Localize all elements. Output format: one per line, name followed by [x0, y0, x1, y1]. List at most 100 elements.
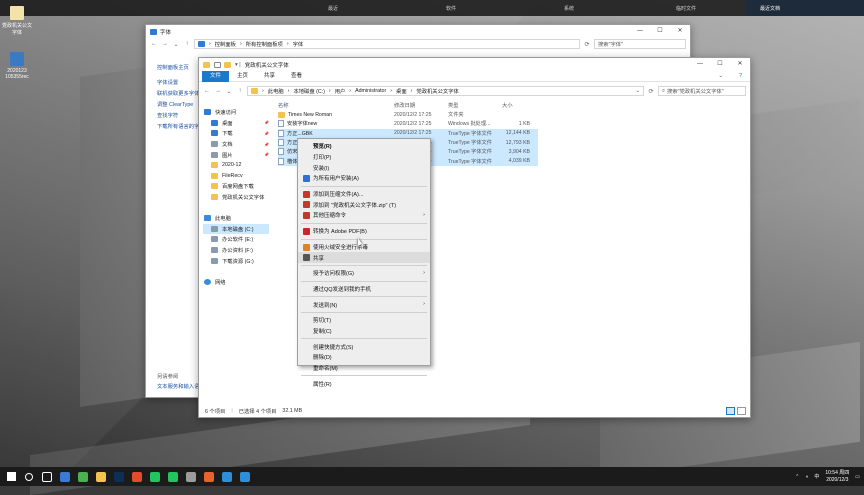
menu-item[interactable]: 发送到(N) ›: [298, 299, 430, 310]
column-type[interactable]: 类型: [448, 101, 502, 109]
back-button[interactable]: ←: [203, 88, 211, 94]
file-row[interactable]: 方正...GBK 2020/12/2 17:25 TrueType 字体文件 12,1…: [278, 128, 538, 138]
nav-item[interactable]: 办公资料 (F:): [203, 245, 269, 256]
menu-item[interactable]: 属性(R): [298, 378, 430, 389]
fonts-search-input[interactable]: 搜索"字体": [594, 39, 686, 49]
sidebar-link-font-settings[interactable]: 字体设置: [157, 78, 199, 89]
tray-chevron-icon[interactable]: ⌃: [795, 474, 799, 480]
file-row[interactable]: Times New Roman 2020/12/2 17:25 文件夹: [278, 110, 538, 119]
maximize-button[interactable]: ☐: [650, 25, 670, 37]
explorer-search-input[interactable]: ⌕ 搜索"党政机关公文字体": [658, 86, 746, 96]
forward-button[interactable]: →: [214, 88, 222, 94]
topbar-item-software[interactable]: 软件: [446, 5, 456, 12]
breadcrumb-users[interactable]: 用户: [335, 87, 346, 95]
breadcrumb-all-items[interactable]: 所有控制面板项: [246, 40, 283, 48]
breadcrumb-desktop[interactable]: 桌面: [396, 87, 407, 95]
menu-item[interactable]: 安装(I): [298, 162, 430, 173]
menu-item[interactable]: 为所有用户安装(A): [298, 173, 430, 184]
breadcrumb-drive-c[interactable]: 本地磁盘 (C:): [293, 87, 324, 95]
input-method-icon[interactable]: 中: [814, 473, 819, 480]
taskbar-button[interactable]: [2, 467, 20, 486]
refresh-icon[interactable]: ⟳: [583, 41, 591, 48]
tab-share[interactable]: 共享: [256, 71, 283, 82]
explorer-window[interactable]: ▾ | 党政机关公文字体 — ☐ ✕ 文件 主页 共享 查看 ⌄ ? ← → ⌄…: [198, 57, 751, 418]
minimize-button[interactable]: —: [630, 25, 650, 37]
nav-item[interactable]: 文档 📌: [203, 139, 269, 150]
topbar-item-system[interactable]: 系统: [564, 5, 574, 12]
back-button[interactable]: ←: [150, 41, 158, 47]
details-view-icon[interactable]: [726, 407, 735, 415]
taskbar-button[interactable]: [38, 467, 56, 486]
column-name[interactable]: 名称: [278, 101, 394, 109]
menu-item[interactable]: 共享: [298, 252, 430, 263]
column-size[interactable]: 大小: [502, 101, 530, 109]
column-date[interactable]: 修改日期: [394, 101, 448, 109]
tab-home[interactable]: 主页: [229, 71, 256, 82]
breadcrumb-control-panel[interactable]: 控制面板: [215, 40, 236, 48]
sidebar-link-home[interactable]: 控制面板主页: [157, 63, 199, 74]
breadcrumb-administrator[interactable]: Administrator: [355, 88, 386, 94]
up-button[interactable]: ↑: [183, 41, 191, 47]
ribbon-expand-icon[interactable]: ⌄: [710, 71, 731, 82]
tab-file[interactable]: 文件: [202, 70, 230, 82]
explorer-titlebar[interactable]: ▾ | 党政机关公文字体 — ☐ ✕: [199, 58, 750, 71]
nav-item[interactable]: 办公软件 (E:): [203, 234, 269, 245]
menu-item[interactable]: 添加到压缩文件(A)...: [298, 189, 430, 200]
desktop-icon-image[interactable]: 2020123 105355rec: [2, 52, 32, 80]
nav-item[interactable]: 党政机关公文字体: [203, 192, 269, 203]
speaker-icon[interactable]: ◖: [805, 474, 808, 480]
menu-item[interactable]: 复制(C): [298, 326, 430, 337]
taskbar-button[interactable]: [74, 467, 92, 486]
menu-item[interactable]: 重命名(M): [298, 363, 430, 374]
taskbar-button[interactable]: [56, 467, 74, 486]
menu-item[interactable]: 通过QQ发送到我的手机: [298, 284, 430, 295]
menu-item[interactable]: 删除(D): [298, 352, 430, 363]
properties-icon[interactable]: [214, 61, 221, 68]
recent-documents-tab[interactable]: 最近文档: [746, 0, 864, 16]
clock[interactable]: 10:54 周四 2020/12/3: [825, 470, 849, 484]
taskbar-button[interactable]: [20, 467, 38, 486]
nav-item[interactable]: 2020-12: [203, 160, 269, 171]
menu-item[interactable]: 授予访问权限(G) ›: [298, 268, 430, 279]
see-also-link[interactable]: 文本服务和输入语: [157, 382, 199, 392]
menu-item[interactable]: 打印(P): [298, 152, 430, 163]
sidebar-link-find-char[interactable]: 查找字符: [157, 111, 199, 122]
close-button[interactable]: ✕: [730, 58, 750, 70]
menu-item[interactable]: 预览(R): [298, 141, 430, 152]
topbar-item-temp[interactable]: 临时文件: [676, 5, 696, 12]
sidebar-link-get-fonts[interactable]: 联机获取更多字体: [157, 89, 199, 100]
maximize-button[interactable]: ☐: [710, 58, 730, 70]
menu-item[interactable]: 创建快捷方式(S): [298, 341, 430, 352]
taskbar-button[interactable]: [218, 467, 236, 486]
nav-item[interactable]: 快速访问: [203, 107, 269, 118]
fonts-address-bar[interactable]: › 控制面板 › 所有控制面板项 › 字体: [194, 39, 580, 49]
nav-item[interactable]: FileRecv: [203, 171, 269, 182]
taskbar-button[interactable]: [200, 467, 218, 486]
topbar-item-recent[interactable]: 最近: [328, 5, 338, 12]
sidebar-link-download-fonts[interactable]: 下载所有语言的字: [157, 122, 199, 133]
forward-button[interactable]: →: [161, 41, 169, 47]
nav-item[interactable]: 图片 📌: [203, 149, 269, 160]
taskbar-button[interactable]: [92, 467, 110, 486]
nav-item[interactable]: 此电脑: [203, 213, 269, 224]
breadcrumb-this-pc[interactable]: 此电脑: [268, 87, 284, 95]
large-icons-view-icon[interactable]: [737, 407, 746, 415]
menu-item[interactable]: 使用火绒安全进行杀毒: [298, 242, 430, 253]
tab-view[interactable]: 查看: [283, 71, 310, 82]
sidebar-link-cleartype[interactable]: 调整 ClearType: [157, 100, 199, 111]
taskbar-button[interactable]: [182, 467, 200, 486]
minimize-button[interactable]: —: [690, 58, 710, 70]
taskbar-button[interactable]: [236, 467, 254, 486]
nav-item[interactable]: 本地磁盘 (C:): [203, 223, 269, 235]
nav-item[interactable]: 网络: [203, 277, 269, 288]
nav-item[interactable]: 桌面 📌: [203, 118, 269, 129]
breadcrumb-current-folder[interactable]: 党政机关公文字体: [416, 87, 458, 95]
nav-item[interactable]: 下载资源 (G:): [203, 255, 269, 266]
taskbar-button[interactable]: [128, 467, 146, 486]
menu-item[interactable]: 转换为 Adobe PDF(B): [298, 226, 430, 237]
up-button[interactable]: ↑: [236, 88, 244, 94]
taskbar-button[interactable]: [164, 467, 182, 486]
recent-locations-button[interactable]: ⌄: [225, 88, 233, 95]
help-icon[interactable]: ?: [731, 71, 750, 82]
recent-locations-button[interactable]: ⌄: [172, 41, 180, 48]
